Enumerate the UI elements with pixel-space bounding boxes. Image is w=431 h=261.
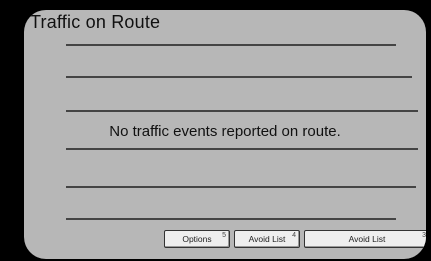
divider [66,148,418,150]
softkey-number: 5 [222,232,226,239]
softkey-label: Avoid List [248,234,286,244]
divider [66,110,418,112]
avoid-list-button-2[interactable]: Avoid List 3 [304,230,426,248]
softkey-label: Avoid List [348,234,386,244]
softkey-number: 3 [422,232,426,239]
device-screen: Traffic on Route No traffic events repor… [0,0,431,261]
traffic-panel: Traffic on Route No traffic events repor… [24,10,426,259]
no-traffic-message: No traffic events reported on route. [109,123,341,140]
divider [66,218,396,220]
divider [66,76,412,78]
page-title: Traffic on Route [30,12,161,32]
options-button[interactable]: Options 5 [164,230,230,248]
divider [66,186,416,188]
softkey-bar: Options 5 Avoid List 4 Avoid List 3 [164,230,426,248]
divider [66,44,396,46]
softkey-number: 4 [292,232,296,239]
softkey-label: Options [182,234,212,244]
avoid-list-button[interactable]: Avoid List 4 [234,230,300,248]
